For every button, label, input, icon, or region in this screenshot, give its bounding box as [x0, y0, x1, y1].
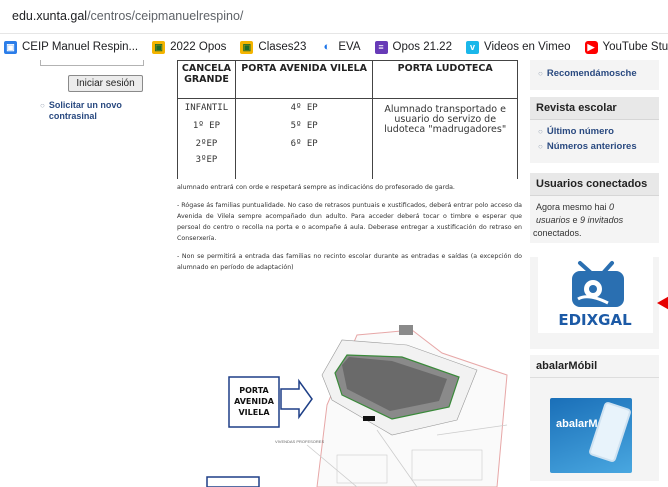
- recommend-box: ○ Recomendámosche: [530, 60, 659, 90]
- cell-text: 2ºEP: [195, 139, 218, 149]
- edixgal-text: EDIXGAL: [558, 311, 632, 329]
- table-cell: Alumnado transportado e usuario do servi…: [372, 98, 518, 179]
- users-title: Usuarios conectados: [530, 173, 659, 196]
- edixgal-banner[interactable]: EDIXGAL: [538, 257, 653, 333]
- forgot-password-link[interactable]: ○ Solicitar un novo contrasinal: [40, 100, 146, 122]
- table-cell: 4º EP 5º EP 6º EP: [234, 98, 374, 179]
- paragraph: - Non se permitirá a entrada das familia…: [177, 252, 522, 271]
- eva-icon: ◐: [323, 40, 331, 53]
- map-small-label: VIVENDAS PROFESORES: [275, 439, 324, 444]
- bookmarks-bar: ▣ CEIP Manuel Respin... ▣ 2022 Opos ▣ Cl…: [0, 34, 668, 60]
- connected-users-box: Usuarios conectados Agora mesmo hai 0 us…: [530, 173, 659, 243]
- recomendamosche-link[interactable]: ○ Recomendámosche: [530, 60, 659, 79]
- vimeo-icon: v: [465, 40, 479, 54]
- bookmark-youtube-studio[interactable]: ▶ YouTube Studio: [584, 40, 668, 54]
- bookmark-2022-opos[interactable]: ▣ 2022 Opos: [152, 40, 226, 54]
- bookmark-vimeo[interactable]: v Videos en Vimeo: [465, 40, 571, 54]
- school-icon: ▣: [4, 40, 17, 54]
- abalar-title: abalarMóbil: [530, 355, 659, 378]
- cell-text: 1º EP: [192, 121, 221, 131]
- main-content: CANCELA GRANDE PORTA AVENIDA VILELA PORT…: [177, 60, 522, 487]
- abalar-box: abalarMóbil abalarMóbil: [530, 355, 659, 481]
- login-button[interactable]: Iniciar sesión: [68, 75, 143, 92]
- cell-text: 5º EP: [290, 121, 318, 131]
- login-panel: Iniciar sesión ○ Solicitar un novo contr…: [26, 60, 146, 122]
- previous-issues-link[interactable]: ○ Números anteriores: [530, 137, 659, 152]
- gate-marker: [363, 416, 375, 421]
- cell-text: 3ºEP: [195, 155, 218, 165]
- building-block: [399, 325, 413, 335]
- entry-schedule-table: CANCELA GRANDE PORTA AVENIDA VILELA PORT…: [177, 60, 518, 179]
- url-text[interactable]: edu.xunta.gal/centros/ceipmanuelrespino/: [12, 9, 243, 23]
- forms-icon: ≡: [374, 40, 388, 54]
- red-arrow-icon: [657, 295, 668, 311]
- phone-icon: [588, 401, 632, 463]
- gate-label-line: VILELA: [238, 408, 270, 417]
- cell-text: 4º EP: [290, 103, 318, 113]
- table-header: CANCELA GRANDE: [177, 60, 236, 99]
- youtube-icon: ▶: [584, 40, 598, 54]
- bullet-icon: ○: [40, 101, 45, 110]
- bookmark-opos-2122[interactable]: ≡ Opos 21.22: [374, 40, 452, 54]
- site-plan-drawing: VIVENDAS PROFESORES PORTA AVENIDA VILELA: [206, 325, 508, 487]
- cell-text: Alumnado transportado e usuario do servi…: [384, 104, 507, 135]
- address-bar[interactable]: edu.xunta.gal/centros/ceipmanuelrespino/: [0, 0, 668, 34]
- bullet-icon: ○: [538, 69, 543, 78]
- school-site-map: VIVENDAS PROFESORES PORTA AVENIDA VILELA: [177, 315, 522, 487]
- gate-label-line: PORTA: [239, 386, 269, 395]
- revista-box: Revista escolar ○ Último número ○ Números …: [530, 97, 659, 163]
- right-sidebar: ○ Recomendámosche Revista escolar ○ Último…: [530, 60, 668, 486]
- latest-issue-link[interactable]: ○ Último número: [530, 120, 659, 137]
- classroom-icon: ▣: [240, 40, 254, 54]
- bullet-icon: ○: [538, 127, 543, 136]
- cell-text: INFANTIL: [184, 103, 229, 113]
- paragraph: alumnado entrará con orde e respetará se…: [177, 183, 455, 191]
- cell-text: 6º EP: [290, 139, 318, 149]
- bookmark-eva[interactable]: ◐ EVA: [320, 40, 361, 54]
- arrow-right-icon: [280, 378, 313, 420]
- paragraph: - Rógase ás familias puntualidade. No ca…: [177, 201, 522, 242]
- table-cell: INFANTIL 1º EP 2ºEP 3ºEP: [177, 98, 236, 179]
- abalar-mobile-banner[interactable]: abalarMóbil: [550, 398, 632, 473]
- bookmark-ceip[interactable]: ▣ CEIP Manuel Respin...: [4, 40, 138, 54]
- gate-label-line: AVENIDA: [234, 397, 275, 406]
- classroom-icon: ▣: [152, 40, 166, 54]
- users-text: Agora mesmo hai 0 usuarios e 9 invitados…: [533, 202, 624, 238]
- bookmark-clases23[interactable]: ▣ Clases23: [240, 40, 306, 54]
- page-content: Iniciar sesión ○ Solicitar un novo contr…: [0, 60, 668, 487]
- password-field[interactable]: [40, 60, 144, 66]
- table-header: PORTA AVENIDA VILELA: [234, 60, 374, 99]
- bullet-icon: ○: [538, 142, 543, 151]
- revista-title: Revista escolar: [530, 97, 659, 120]
- edixgal-logo: EDIXGAL: [558, 261, 632, 329]
- edixgal-box: EDIXGAL: [530, 257, 668, 349]
- table-header: PORTA LUDOTECA: [372, 60, 518, 99]
